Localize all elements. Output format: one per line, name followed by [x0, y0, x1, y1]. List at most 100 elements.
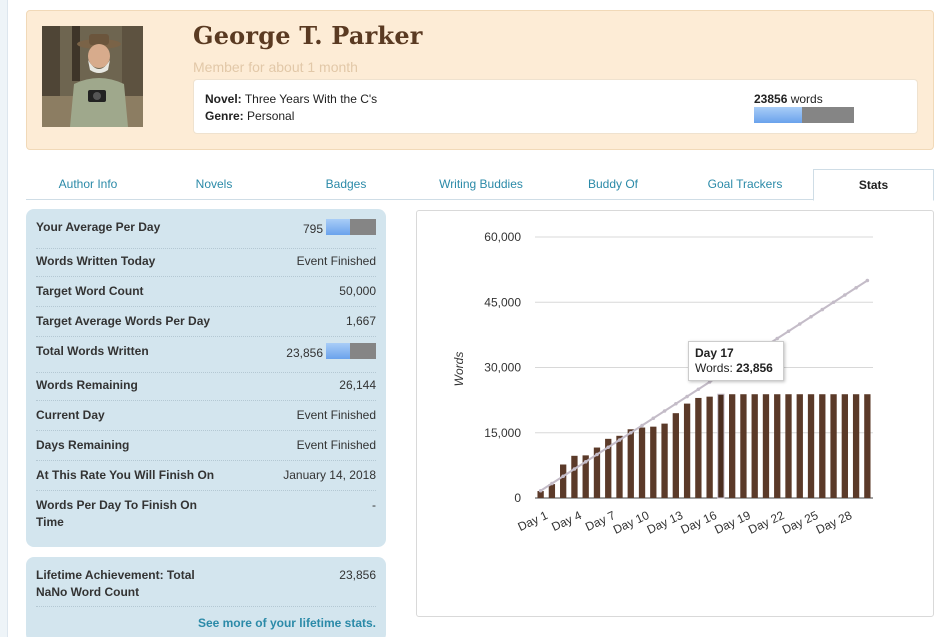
author-name: George T. Parker: [193, 21, 423, 50]
target-line-point[interactable]: [786, 329, 791, 334]
chart-bar[interactable]: [548, 484, 556, 498]
target-line-point[interactable]: [831, 300, 836, 305]
stat-lifetime-total: Lifetime Achievement: Total NaNo Word Co…: [36, 567, 376, 607]
word-count-progress-bar: [754, 107, 854, 123]
target-line-point[interactable]: [685, 394, 689, 399]
target-line-point[interactable]: [583, 459, 588, 464]
y-tick-label: 30,000: [484, 361, 521, 375]
novel-line: Novel: Three Years With the C's: [205, 92, 377, 106]
chart-bar[interactable]: [729, 394, 736, 498]
chart-bar[interactable]: [852, 394, 860, 498]
chart-bar[interactable]: [571, 455, 578, 498]
stats-panel: Your Average Per Day 795 Words Written T…: [26, 209, 386, 547]
target-line-point[interactable]: [809, 314, 813, 319]
x-tick-label: Day 1: [516, 508, 551, 534]
chart-bar[interactable]: [796, 394, 803, 498]
stat-value-row: 23,856: [286, 342, 376, 360]
stat-value: -: [372, 498, 376, 512]
avatar-photo: [42, 26, 143, 127]
chart-bar[interactable]: [638, 427, 646, 498]
y-ticks: 0 15,000 30,000 45,000 60,000: [484, 230, 521, 505]
tab-stats[interactable]: Stats: [813, 169, 934, 201]
chart-bar[interactable]: [785, 394, 792, 498]
target-line-point[interactable]: [865, 278, 870, 283]
novel-title[interactable]: Three Years With the C's: [245, 92, 377, 106]
stat-label: Words Per Day To Finish On Time: [36, 498, 197, 529]
target-line-point[interactable]: [775, 336, 780, 341]
chart-bar[interactable]: [706, 396, 713, 498]
stat-days-remaining: Days Remaining Event Finished: [36, 437, 376, 461]
chart-bar[interactable]: [807, 394, 815, 498]
target-line-point[interactable]: [820, 307, 825, 312]
stat-label: Target Average Words Per Day: [36, 314, 211, 328]
target-line-point[interactable]: [617, 438, 622, 442]
chart-bar[interactable]: [683, 403, 691, 498]
stat-value: Event Finished: [296, 438, 376, 452]
x-tick-label: Day 13: [645, 508, 686, 537]
target-line-point[interactable]: [606, 445, 611, 450]
stat-value: 23,856: [286, 346, 323, 360]
member-since: Member for about 1 month: [193, 59, 358, 75]
stat-label: At This Rate You Will Finish On: [36, 468, 215, 482]
chart-bar[interactable]: [841, 394, 848, 498]
chart-bar[interactable]: [560, 464, 567, 498]
stat-label: Total Words Written: [36, 344, 149, 358]
target-line-point[interactable]: [640, 423, 644, 428]
tab-writing-buddies[interactable]: Writing Buddies: [414, 169, 548, 200]
stat-words-today: Words Written Today Event Finished: [36, 253, 376, 277]
tooltip-value: 23,856: [736, 361, 773, 375]
target-line-point[interactable]: [662, 409, 667, 413]
chart-bar[interactable]: [762, 394, 770, 498]
novel-summary: Novel: Three Years With the C's Genre: P…: [193, 79, 918, 134]
chart-bar[interactable]: [627, 429, 634, 498]
chart-bar[interactable]: [864, 394, 871, 498]
y-axis-title: Words: [452, 352, 466, 387]
tab-goal-trackers[interactable]: Goal Trackers: [678, 169, 812, 200]
tab-author-info[interactable]: Author Info: [26, 169, 150, 200]
target-line-point[interactable]: [561, 474, 565, 479]
word-count-value: 23856: [754, 92, 788, 106]
stat-label: Current Day: [36, 408, 105, 422]
target-line-point[interactable]: [854, 285, 858, 290]
x-tick-label: Day 10: [611, 508, 652, 537]
target-line-point[interactable]: [651, 416, 656, 421]
author-avatar[interactable]: [42, 26, 143, 127]
x-tick-label: Day 7: [583, 508, 618, 534]
target-line-point[interactable]: [843, 293, 847, 297]
chart-bar[interactable]: [774, 394, 781, 498]
x-tick-label: Day 25: [780, 508, 821, 537]
tab-novels[interactable]: Novels: [150, 169, 278, 200]
novel-label: Novel:: [205, 92, 242, 106]
chart-bar[interactable]: [740, 394, 747, 498]
target-line-point[interactable]: [628, 430, 633, 435]
progress-fill: [754, 107, 802, 123]
tab-badges[interactable]: Badges: [278, 169, 414, 200]
stat-value: 50,000: [339, 284, 376, 298]
total-progress-bar: [326, 342, 376, 359]
target-line-point[interactable]: [572, 467, 577, 471]
target-line-point[interactable]: [595, 452, 599, 457]
tab-buddy-of[interactable]: Buddy Of: [548, 169, 678, 200]
target-line-point[interactable]: [538, 488, 543, 493]
x-tick-label: Day 28: [814, 508, 855, 537]
chart-bar[interactable]: [695, 397, 702, 498]
chart-bar[interactable]: [717, 393, 725, 499]
chart-bar[interactable]: [650, 426, 657, 498]
chart-bar[interactable]: [672, 413, 679, 498]
chart-bar[interactable]: [661, 423, 668, 498]
target-line-point[interactable]: [674, 401, 678, 406]
chart-bar[interactable]: [751, 394, 758, 498]
chart-bar[interactable]: [830, 394, 837, 498]
x-tick-label: Day 16: [679, 508, 720, 537]
lifetime-stats-link[interactable]: See more of your lifetime stats.: [198, 616, 376, 630]
x-tick-label: Day 19: [712, 508, 753, 537]
chart-bar[interactable]: [819, 394, 826, 498]
chart-bar[interactable]: [616, 435, 623, 498]
stat-label: Days Remaining: [36, 438, 130, 452]
target-line-point[interactable]: [696, 387, 701, 392]
genre-value: Personal: [247, 109, 295, 123]
y-tick-label: 45,000: [484, 295, 521, 309]
stat-total-words: Total Words Written 23,856: [36, 342, 376, 373]
target-line-point[interactable]: [797, 322, 802, 326]
target-line-point[interactable]: [550, 481, 554, 486]
